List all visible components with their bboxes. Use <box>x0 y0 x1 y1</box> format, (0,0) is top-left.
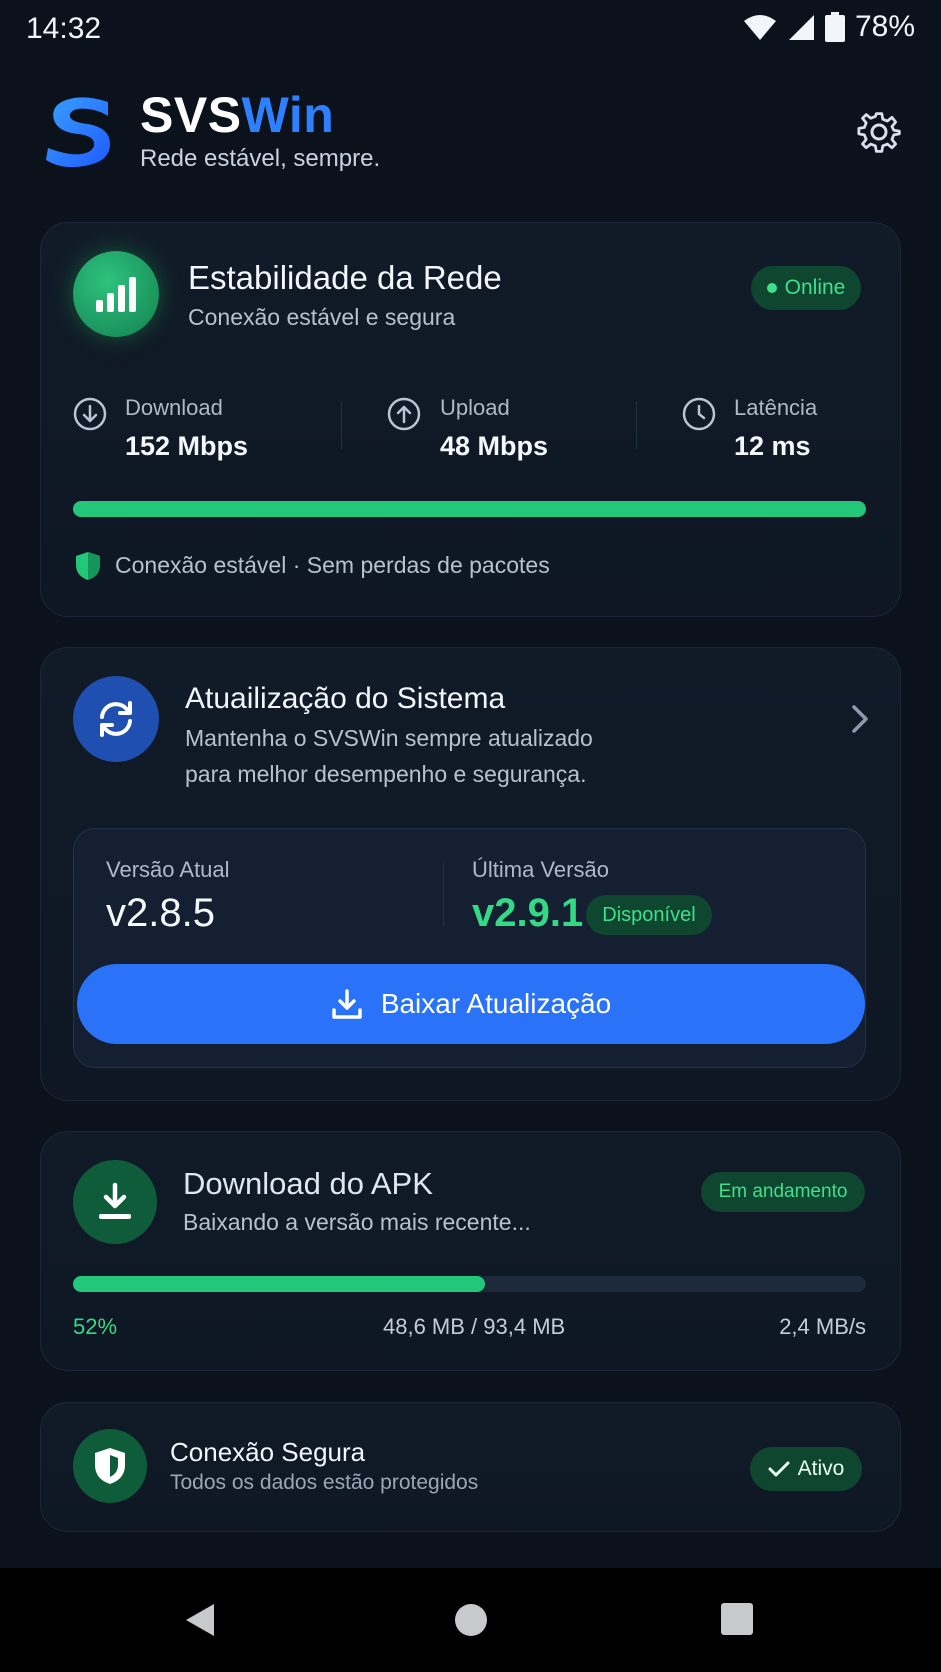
latency-label: Latência <box>734 395 818 420</box>
online-status-label: Online <box>784 276 846 299</box>
brand-tagline: Rede estável, sempre. <box>140 145 381 172</box>
status-time: 14:32 <box>26 12 102 45</box>
network-card-subtitle: Conexão estável e segura <box>188 304 456 330</box>
download-update-button[interactable]: Baixar Atualização <box>77 964 865 1044</box>
apk-card-title: Download do APK <box>183 1166 433 1201</box>
latest-version-label: Última Versão <box>472 857 609 882</box>
shield-icon <box>76 552 100 580</box>
recents-icon[interactable] <box>720 1602 754 1636</box>
download-label: Download <box>125 395 223 420</box>
apk-download-card: Download do APK Baixando a versão mais r… <box>40 1131 901 1371</box>
apk-progress-size: 48,6 MB / 93,4 MB <box>383 1314 566 1339</box>
latency-value: 12 ms <box>734 431 811 461</box>
current-version-value: v2.8.5 <box>106 891 215 935</box>
status-icons: 78% <box>743 10 915 44</box>
stability-bar <box>73 501 866 517</box>
download-icon <box>99 1182 131 1219</box>
update-badge <box>73 676 159 762</box>
download-value: 152 Mbps <box>125 431 249 461</box>
latest-version-value: v2.9.1 <box>472 891 584 935</box>
update-card-title: Atuailização do Sistema <box>185 682 506 715</box>
apk-card-subtitle: Baixando a versão mais recente... <box>183 1209 531 1235</box>
available-badge-label: Disponível <box>602 903 696 926</box>
download-circle-icon <box>73 397 107 431</box>
apk-badge <box>73 1160 157 1244</box>
chevron-right-icon[interactable] <box>851 704 869 734</box>
online-dot <box>766 283 777 293</box>
gear-icon[interactable] <box>857 110 901 154</box>
secure-card-title: Conexão Segura <box>170 1437 366 1467</box>
network-card-title: Estabilidade da Rede <box>188 259 502 296</box>
system-navigation-bar <box>0 1568 941 1672</box>
upload-value: 48 Mbps <box>440 431 549 461</box>
version-divider <box>443 863 444 927</box>
download-update-button-label: Baixar Atualização <box>380 988 612 1019</box>
back-icon[interactable] <box>182 1602 218 1638</box>
stability-bar-fill <box>73 501 866 517</box>
brand-name: SVSWin <box>140 86 334 144</box>
signal-icon <box>788 15 814 40</box>
stat-divider <box>636 401 637 449</box>
shield-icon <box>95 1448 125 1484</box>
check-icon <box>768 1461 790 1477</box>
active-status-label: Ativo <box>797 1457 845 1480</box>
clock-icon <box>682 397 716 431</box>
apk-download-speed: 2,4 MB/s <box>779 1314 866 1339</box>
stat-divider <box>341 401 342 449</box>
in-progress-badge: Em andamento <box>701 1172 865 1212</box>
network-stability-card: Estabilidade da Rede Conexão estável e s… <box>40 222 901 617</box>
upload-circle-icon <box>387 397 421 431</box>
in-progress-badge-label: Em andamento <box>718 1181 848 1202</box>
active-status-badge: Ativo <box>750 1447 862 1491</box>
refresh-icon <box>100 701 132 737</box>
battery-icon <box>824 12 845 42</box>
signal-badge <box>73 251 159 337</box>
secure-connection-card: Conexão Segura Todos os dados estão prot… <box>40 1402 901 1532</box>
brand-name-part2: Win <box>241 87 335 143</box>
upload-label: Upload <box>440 395 510 420</box>
apk-progress-percent: 52% <box>73 1314 118 1339</box>
secure-card-subtitle: Todos os dados estão protegidos <box>170 1471 479 1494</box>
online-status-badge: Online <box>751 266 861 310</box>
brand-name-part1: SVS <box>140 87 242 143</box>
home-icon[interactable] <box>453 1602 489 1638</box>
system-update-card: Atuailização do Sistema Mantenha o SVSWi… <box>40 647 901 1101</box>
apk-progress-bar-fill <box>73 1276 486 1292</box>
battery-percent: 78% <box>854 10 915 43</box>
svswin-logo-icon <box>46 97 110 168</box>
wifi-icon <box>743 15 776 40</box>
current-version-label: Versão Atual <box>106 857 230 882</box>
secure-badge <box>73 1429 147 1503</box>
network-footer-text: Conexão estável · Sem perdas de pacotes <box>115 552 550 578</box>
available-badge: Disponível <box>586 895 712 935</box>
update-card-subtitle-line2: para melhor desempenho e segurança. <box>185 761 587 787</box>
apk-progress-bar <box>73 1276 866 1292</box>
download-icon <box>332 989 362 1019</box>
signal-bars-icon <box>96 277 136 312</box>
update-card-subtitle-line1: Mantenha o SVSWin sempre atualizado <box>185 725 593 751</box>
